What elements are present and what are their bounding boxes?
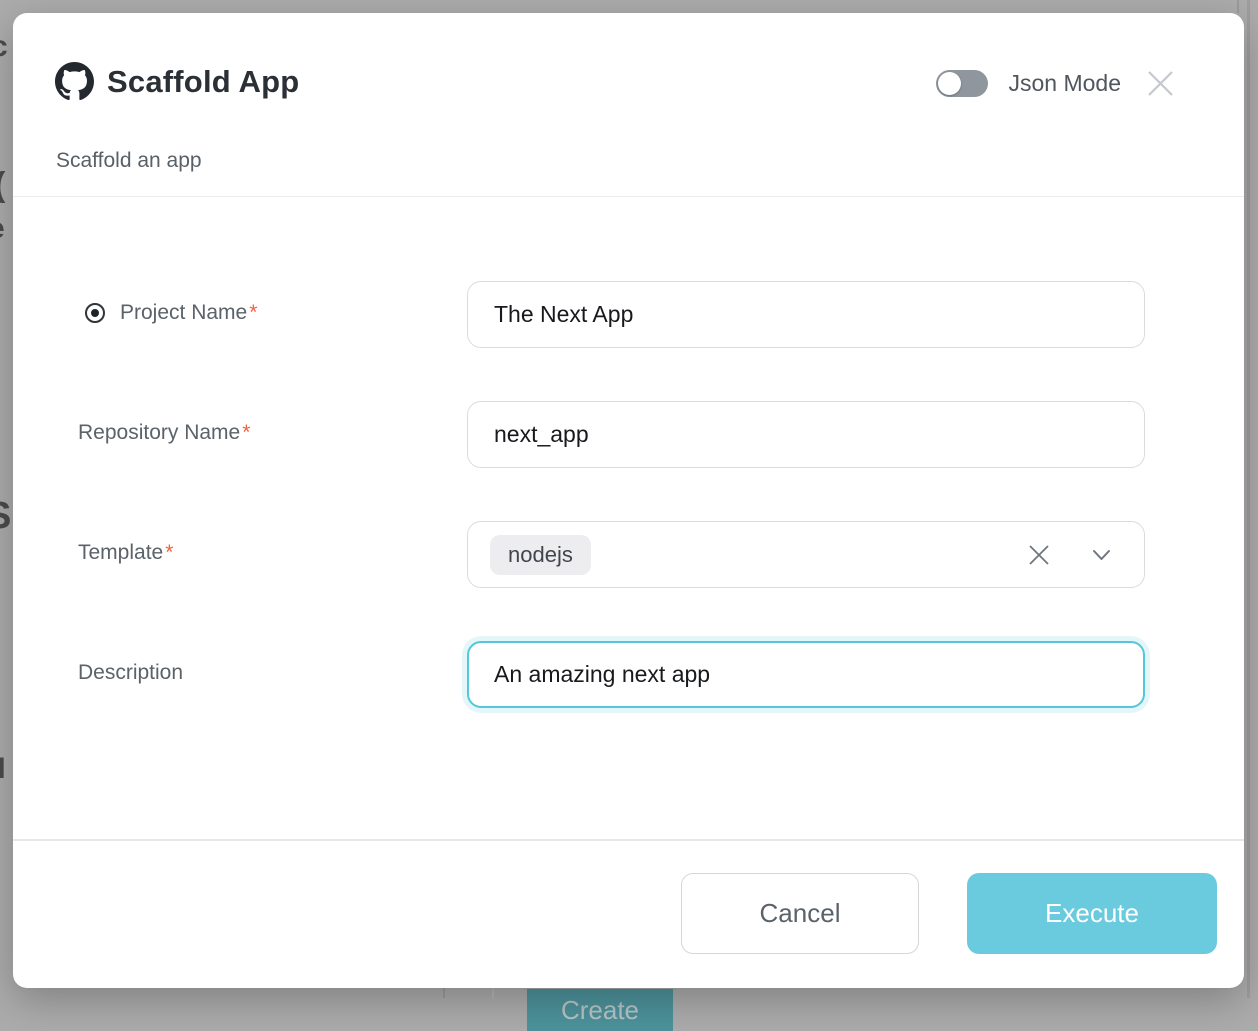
footer-actions: Cancel Execute [681,873,1217,954]
chevron-down-icon[interactable] [1089,542,1114,567]
repository-name-input[interactable] [467,401,1145,468]
template-label: Template* [78,541,173,565]
backdrop-divider [1237,0,1239,13]
header-actions: Json Mode [936,68,1176,99]
footer-divider [13,839,1244,841]
header-divider [13,196,1244,197]
backdrop-text-fragment: ( [0,166,5,205]
active-field-radio-icon [85,303,105,323]
project-name-label: Project Name* [85,301,257,325]
toggle-knob [938,72,961,95]
scaffold-app-dialog: Scaffold App Scaffold an app Json Mode P… [13,13,1244,988]
backdrop-divider [492,987,494,998]
cancel-button[interactable]: Cancel [681,873,919,954]
json-mode-toggle[interactable] [936,70,988,97]
backdrop-text-fragment: c [0,30,8,64]
label-text: Project Name [120,301,247,325]
close-icon[interactable] [1145,68,1176,99]
required-marker: * [249,301,257,325]
clear-selection-icon[interactable] [1025,541,1053,569]
execute-button[interactable]: Execute [967,873,1217,954]
project-name-input[interactable] [467,281,1145,348]
dialog-subtitle: Scaffold an app [56,149,202,173]
template-tag-nodejs: nodejs [490,535,591,575]
backdrop-text-fragment: S [0,495,11,538]
github-icon [55,62,94,101]
description-input[interactable] [467,641,1145,708]
page: { "backdrop": { "color": "#acacac", "cre… [0,0,1258,998]
template-select[interactable]: nodejs [467,521,1145,588]
label-text: Description [78,661,183,685]
backdrop-text-fragment: e [0,212,5,246]
backdrop-divider [1247,0,1250,998]
description-label: Description [78,661,183,685]
backdrop-text-fragment: N [0,752,6,786]
backdrop-create-button: Create [527,989,673,1031]
dialog-title: Scaffold App [107,64,299,100]
backdrop-divider [443,987,445,998]
required-marker: * [242,421,250,445]
json-mode-label: Json Mode [1008,70,1121,97]
label-text: Repository Name [78,421,240,445]
repository-name-label: Repository Name* [78,421,250,445]
required-marker: * [165,541,173,565]
label-text: Template [78,541,163,565]
